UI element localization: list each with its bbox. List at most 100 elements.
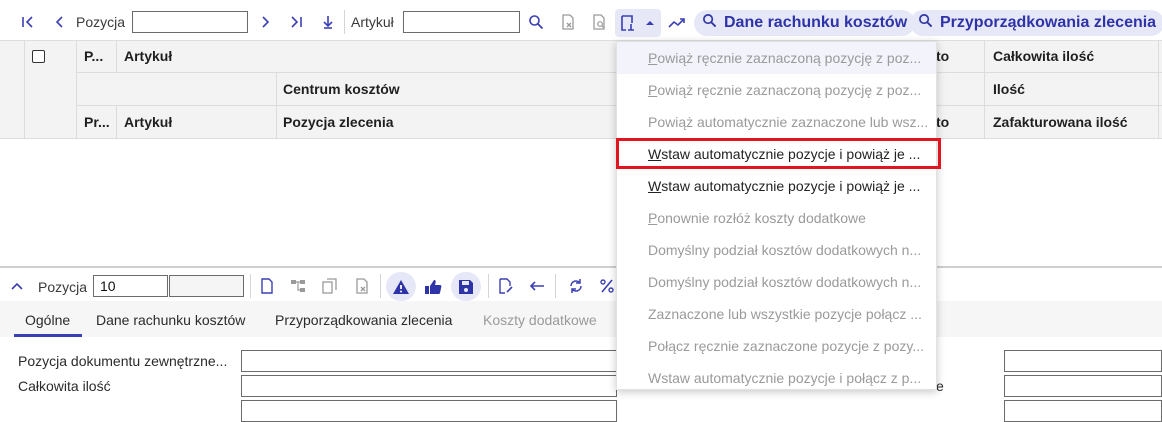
tab-przyporzadkowania-zlecenia[interactable]: Przyporządkowania zlecenia — [275, 312, 452, 328]
highlight-box — [616, 138, 941, 169]
detail-position-label: Pozycja — [38, 279, 88, 295]
dane-rachunku-kosztow-label: Dane rachunku kosztów — [724, 14, 908, 31]
calkowita-ilosc-field[interactable] — [241, 375, 617, 397]
search-icon[interactable] — [526, 12, 546, 32]
shuffle-icon[interactable] — [666, 12, 688, 34]
edit-doc-icon[interactable] — [496, 276, 516, 296]
new-doc-icon[interactable] — [257, 276, 277, 296]
copy-icon[interactable] — [320, 276, 340, 296]
col-header-ilosc[interactable]: Ilość — [993, 81, 1025, 97]
clear-filter-icon[interactable] — [558, 12, 578, 32]
menu-item[interactable]: Powiąż automatycznie zaznaczone lub wsz.… — [617, 106, 936, 138]
col-header-to[interactable]: to — [936, 48, 949, 64]
right-field-2[interactable] — [1004, 375, 1162, 397]
right-field-1[interactable] — [1004, 350, 1162, 372]
right-field-3[interactable] — [1004, 400, 1162, 422]
grid-col-divider — [76, 40, 77, 139]
delete-doc-icon[interactable] — [352, 276, 372, 296]
percent-icon[interactable] — [597, 276, 617, 296]
grid-col-divider — [984, 40, 985, 139]
menu-item-mnemonic: P — [648, 210, 658, 226]
pozycja-dokumentu-field[interactable] — [241, 350, 617, 372]
position-search-input[interactable] — [132, 11, 248, 33]
menu-item[interactable]: Zaznaczone lub wszystkie pozycje połącz … — [617, 298, 936, 330]
menu-item[interactable]: Połącz ręcznie zaznaczone pozycje z pozy… — [617, 330, 936, 362]
third-row-field[interactable] — [241, 400, 617, 422]
distribute-icon[interactable] — [566, 276, 586, 296]
col-header-pozycja-zlecenia[interactable]: Pozycja zlecenia — [283, 114, 394, 130]
last-page-icon[interactable] — [286, 12, 306, 32]
grid-col-divider — [24, 40, 25, 139]
pozycja-dokumentu-label: Pozycja dokumentu zewnętrzne... — [18, 353, 228, 369]
tab-koszty-dodatkowe[interactable]: Koszty dodatkowe — [483, 312, 597, 328]
first-page-icon[interactable] — [18, 12, 38, 32]
save-icon[interactable] — [456, 277, 476, 297]
grid-col-divider — [116, 40, 117, 73]
grid-col-divider — [116, 105, 117, 139]
tab-dane-rachunku-kosztow[interactable]: Dane rachunku kosztów — [96, 312, 245, 328]
grid-col-divider — [276, 72, 277, 139]
article-search-input[interactable] — [403, 11, 520, 33]
menu-item-label: Zaznaczone lub wszystkie pozycje połącz … — [648, 306, 922, 322]
grid-col-divider — [1158, 40, 1159, 139]
col-header-p[interactable]: P... — [84, 48, 114, 64]
menu-item[interactable]: Domyślny podział kosztów dodatkowych n..… — [617, 266, 936, 298]
detail-position-input[interactable] — [93, 275, 168, 297]
select-all-checkbox[interactable] — [32, 50, 45, 63]
menu-item-mnemonic: P — [648, 50, 658, 66]
toolbar-separator — [555, 274, 556, 298]
col-header-calkowita-ilosc[interactable]: Całkowita ilość — [993, 48, 1094, 64]
next-icon[interactable] — [255, 12, 275, 32]
menu-item-label: Wstaw automatycznie pozycje i połącz z p… — [648, 370, 922, 386]
tab-ogolne[interactable]: Ogólne — [25, 312, 70, 328]
search-icon — [702, 13, 717, 33]
col-header-artykul-2[interactable]: Artykuł — [124, 114, 172, 130]
menu-item-label: Domyślny podział kosztów dodatkowych n..… — [648, 242, 922, 258]
link-cost-dropdown-menu: Powiąż ręcznie zaznaczoną pozycję z poz.… — [616, 41, 937, 390]
menu-item-label: Połącz ręcznie zaznaczone pozycje z pozy… — [648, 338, 924, 354]
col-header-pr[interactable]: Pr... — [84, 114, 114, 130]
toolbar-position-label: Pozycja — [76, 14, 126, 30]
splitter[interactable] — [0, 266, 1162, 268]
warning-icon[interactable] — [391, 277, 411, 297]
prev-icon[interactable] — [50, 12, 70, 32]
toolbar-separator — [488, 274, 489, 298]
toolbar-separator — [250, 274, 251, 298]
menu-item-label: staw automatycznie pozycje i powiąż je .… — [661, 178, 921, 194]
col-header-to-2[interactable]: to — [936, 114, 949, 130]
menu-item[interactable]: Domyślny podział kosztów dodatkowych n..… — [617, 234, 936, 266]
hierarchy-icon[interactable] — [288, 276, 308, 296]
menu-item[interactable]: Wstaw automatycznie pozycje i połącz z p… — [617, 362, 936, 394]
przyporzadkowania-zlecenia-label: Przyporządkowania zlecenia — [940, 14, 1157, 31]
grid-row-divider — [0, 138, 1162, 139]
menu-item-mnemonic: P — [648, 82, 658, 98]
menu-item-label: Powiąż automatycznie zaznaczone lub wsz.… — [648, 114, 929, 130]
menu-item-label: owiąż ręcznie zaznaczoną pozycję z poz..… — [657, 50, 922, 66]
przyporzadkowania-zlecenia-button[interactable]: Przyporządkowania zlecenia — [910, 10, 1162, 36]
toolbar-article-label: Artykuł — [351, 14, 394, 30]
grid-header — [0, 40, 1162, 139]
dropdown-arrow-icon[interactable] — [642, 14, 658, 32]
collapse-icon[interactable] — [8, 277, 26, 295]
col-header-zafakturowana-ilosc[interactable]: Zafakturowana ilość — [993, 114, 1128, 130]
active-tab-underline — [14, 334, 82, 337]
menu-item[interactable]: Powiąż ręcznie zaznaczoną pozycję z poz.… — [617, 42, 936, 74]
menu-item-label: onownie rozłóż koszty dodatkowe — [657, 210, 866, 226]
filter-search-icon[interactable] — [589, 12, 609, 32]
toolbar-separator — [380, 274, 381, 298]
right-partial-label: e — [936, 378, 944, 394]
menu-item-label: Domyślny podział kosztów dodatkowych n..… — [648, 274, 922, 290]
menu-item[interactable]: Wstaw automatycznie pozycje i powiąż je … — [617, 170, 936, 202]
menu-item[interactable]: Ponownie rozłóż koszty dodatkowe — [617, 202, 936, 234]
link-cost-icon[interactable] — [618, 12, 638, 34]
detail-position-extra-field — [169, 275, 244, 297]
undo-icon[interactable] — [527, 276, 547, 296]
col-header-centrum-kosztow[interactable]: Centrum kosztów — [283, 81, 400, 97]
col-header-artykul[interactable]: Artykuł — [124, 48, 172, 64]
toolbar-separator — [344, 10, 345, 34]
thumbs-up-icon[interactable] — [423, 277, 443, 297]
menu-item[interactable]: Powiąż ręcznie zaznaczoną pozycję z poz.… — [617, 74, 936, 106]
dane-rachunku-kosztow-button[interactable]: Dane rachunku kosztów — [694, 10, 916, 36]
download-icon[interactable] — [318, 12, 338, 32]
calkowita-ilosc-label: Całkowita ilość — [18, 378, 111, 394]
